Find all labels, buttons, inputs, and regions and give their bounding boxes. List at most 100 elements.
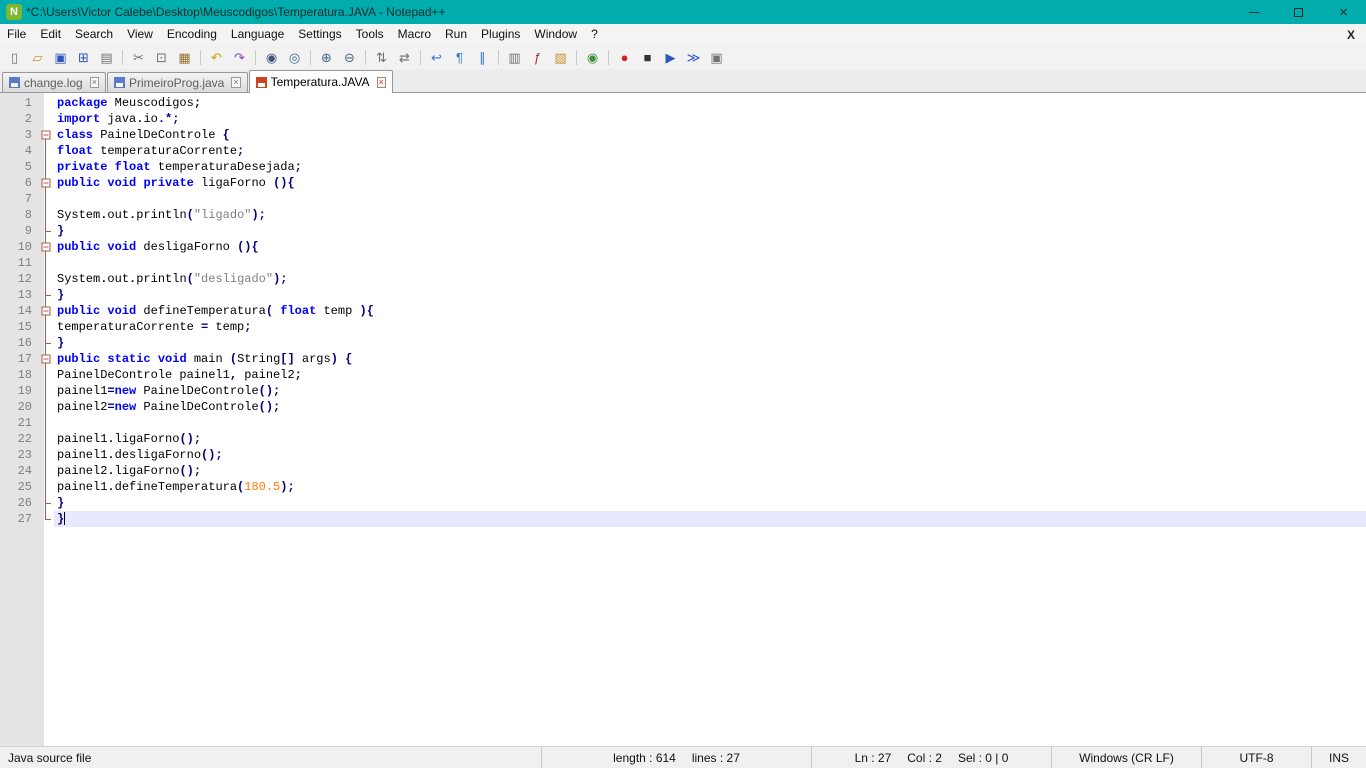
- save-recorded-macro-icon[interactable]: ▣: [706, 47, 727, 67]
- sync-vertical-scroll-icon[interactable]: ⇅: [371, 47, 392, 67]
- menu-view[interactable]: View: [120, 24, 160, 45]
- code-line-13[interactable]: 13}: [0, 287, 1366, 303]
- tab-primeiroprog-java[interactable]: PrimeiroProg.java×: [107, 72, 248, 92]
- redo-icon[interactable]: ↷: [229, 47, 250, 67]
- code-line-10[interactable]: 10public void desligaForno (){: [0, 239, 1366, 255]
- fold-collapse-icon[interactable]: [38, 239, 54, 255]
- line-number: 27: [0, 511, 38, 527]
- code-line-3[interactable]: 3class PainelDeControle {: [0, 127, 1366, 143]
- paste-icon[interactable]: ▦: [174, 47, 195, 67]
- zoom-in-icon[interactable]: ⊕: [316, 47, 337, 67]
- fold-margin: [38, 399, 54, 415]
- word-wrap-icon[interactable]: ↩: [426, 47, 447, 67]
- code-line-25[interactable]: 25painel1.defineTemperatura(180.5);: [0, 479, 1366, 495]
- code-text: System.out.println("desligado");: [54, 271, 1366, 287]
- fold-collapse-icon[interactable]: [38, 175, 54, 191]
- menu-macro[interactable]: Macro: [391, 24, 438, 45]
- run-macro-multiple-icon[interactable]: ≫: [683, 47, 704, 67]
- tab-close-icon[interactable]: ×: [377, 77, 386, 88]
- code-line-19[interactable]: 19painel1=new PainelDeControle();: [0, 383, 1366, 399]
- menu-window[interactable]: Window: [527, 24, 584, 45]
- folder-as-workspace-icon[interactable]: ▧: [550, 47, 571, 67]
- fold-collapse-icon[interactable]: [38, 351, 54, 367]
- code-line-16[interactable]: 16}: [0, 335, 1366, 351]
- code-line-11[interactable]: 11: [0, 255, 1366, 271]
- close-document-button[interactable]: X: [1336, 28, 1366, 42]
- code-text: public void defineTemperatura( float tem…: [54, 303, 1366, 319]
- start-recording-icon[interactable]: ●: [614, 47, 635, 67]
- tab-close-icon[interactable]: ×: [231, 77, 240, 88]
- menu-tools[interactable]: Tools: [349, 24, 391, 45]
- print-icon[interactable]: ▤: [96, 47, 117, 67]
- menu-encoding[interactable]: Encoding: [160, 24, 224, 45]
- editor[interactable]: 1package Meuscodigos;2import java.io.*;3…: [0, 93, 1366, 746]
- code-line-18[interactable]: 18PainelDeControle painel1, painel2;: [0, 367, 1366, 383]
- code-line-2[interactable]: 2import java.io.*;: [0, 111, 1366, 127]
- minimize-button[interactable]: [1231, 0, 1276, 24]
- save-icon[interactable]: ▣: [50, 47, 71, 67]
- zoom-out-icon[interactable]: ⊖: [339, 47, 360, 67]
- status-encoding[interactable]: UTF-8: [1201, 747, 1311, 768]
- code-line-7[interactable]: 7: [0, 191, 1366, 207]
- maximize-button[interactable]: [1276, 0, 1321, 24]
- code-line-1[interactable]: 1package Meuscodigos;: [0, 95, 1366, 111]
- copy-icon[interactable]: ⊡: [151, 47, 172, 67]
- function-list-icon[interactable]: ƒ: [527, 47, 548, 67]
- playback-macro-icon[interactable]: ▶: [660, 47, 681, 67]
- save-all-icon[interactable]: ⊞: [73, 47, 94, 67]
- close-button[interactable]: ×: [1321, 0, 1366, 24]
- code-line-23[interactable]: 23painel1.desligaForno();: [0, 447, 1366, 463]
- line-number: 7: [0, 191, 38, 207]
- menu-language[interactable]: Language: [224, 24, 291, 45]
- replace-icon[interactable]: ◎: [284, 47, 305, 67]
- code-line-17[interactable]: 17public static void main (String[] args…: [0, 351, 1366, 367]
- code-line-26[interactable]: 26}: [0, 495, 1366, 511]
- fold-collapse-icon[interactable]: [38, 303, 54, 319]
- line-number: 11: [0, 255, 38, 271]
- menu-file[interactable]: File: [0, 24, 33, 45]
- undo-icon[interactable]: ↶: [206, 47, 227, 67]
- code-line-24[interactable]: 24painel2.ligaForno();: [0, 463, 1366, 479]
- show-indent-guide-icon[interactable]: ∥: [472, 47, 493, 67]
- menu-edit[interactable]: Edit: [33, 24, 68, 45]
- menu-help[interactable]: ?: [584, 24, 605, 45]
- tab-change-log[interactable]: change.log×: [2, 72, 106, 92]
- open-file-icon[interactable]: ▱: [27, 47, 48, 67]
- menu-settings[interactable]: Settings: [291, 24, 348, 45]
- code-line-6[interactable]: 6public void private ligaForno (){: [0, 175, 1366, 191]
- menu-search[interactable]: Search: [68, 24, 120, 45]
- code-line-21[interactable]: 21: [0, 415, 1366, 431]
- menu-plugins[interactable]: Plugins: [474, 24, 527, 45]
- stop-recording-icon[interactable]: ■: [637, 47, 658, 67]
- code-line-9[interactable]: 9}: [0, 223, 1366, 239]
- status-insert-mode[interactable]: INS: [1311, 747, 1366, 768]
- code-line-12[interactable]: 12 System.out.println("desligado");: [0, 271, 1366, 287]
- cut-icon[interactable]: ✂: [128, 47, 149, 67]
- menu-run[interactable]: Run: [438, 24, 474, 45]
- status-eol-format[interactable]: Windows (CR LF): [1051, 747, 1201, 768]
- new-file-icon[interactable]: ▯: [4, 47, 25, 67]
- tab-close-icon[interactable]: ×: [90, 77, 99, 88]
- show-all-characters-icon[interactable]: ¶: [449, 47, 470, 67]
- line-number: 15: [0, 319, 38, 335]
- code-line-8[interactable]: 8System.out.println("ligado");: [0, 207, 1366, 223]
- code-line-14[interactable]: 14public void defineTemperatura( float t…: [0, 303, 1366, 319]
- code-line-4[interactable]: 4float temperaturaCorrente;: [0, 143, 1366, 159]
- line-number: 12: [0, 271, 38, 287]
- code-line-22[interactable]: 22painel1.ligaForno();: [0, 431, 1366, 447]
- code-area[interactable]: 1package Meuscodigos;2import java.io.*;3…: [0, 93, 1366, 527]
- find-icon[interactable]: ◉: [261, 47, 282, 67]
- code-line-5[interactable]: 5private float temperaturaDesejada;: [0, 159, 1366, 175]
- monitoring-icon[interactable]: ◉: [582, 47, 603, 67]
- fold-margin: [38, 479, 54, 495]
- code-line-20[interactable]: 20painel2=new PainelDeControle();: [0, 399, 1366, 415]
- code-text: [54, 415, 1366, 431]
- document-map-icon[interactable]: ▥: [504, 47, 525, 67]
- tab-temperatura-java[interactable]: Temperatura.JAVA×: [249, 70, 393, 93]
- fold-margin: [38, 111, 54, 127]
- fold-margin: [38, 431, 54, 447]
- code-line-15[interactable]: 15temperaturaCorrente = temp;: [0, 319, 1366, 335]
- code-line-27[interactable]: 27}: [0, 511, 1366, 527]
- sync-horizontal-scroll-icon[interactable]: ⇄: [394, 47, 415, 67]
- fold-collapse-icon[interactable]: [38, 127, 54, 143]
